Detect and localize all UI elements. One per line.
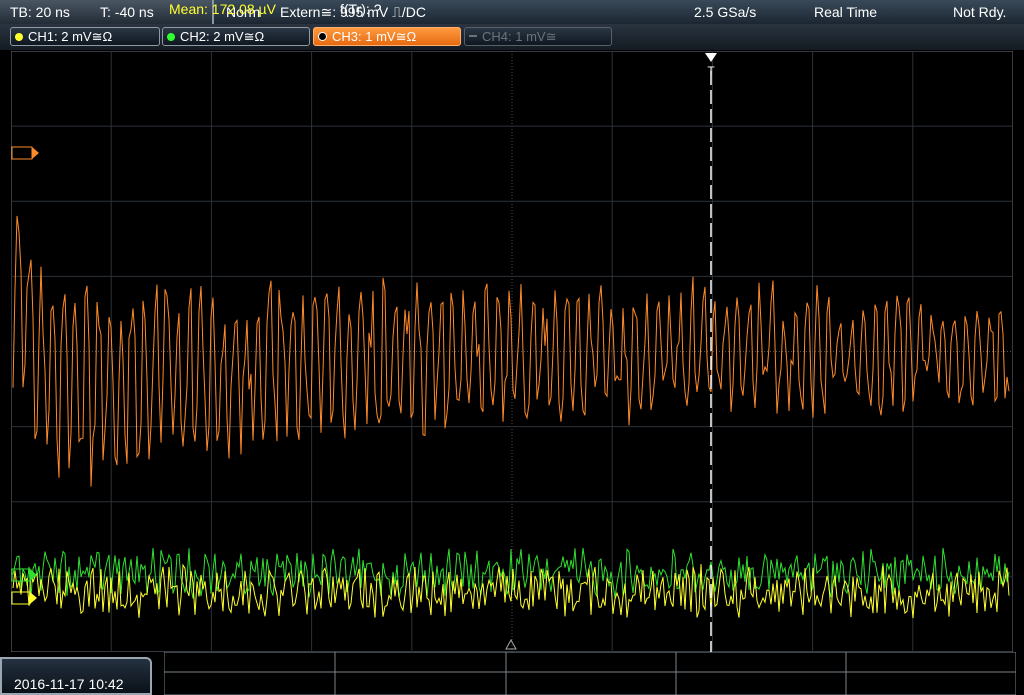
channel-1-label: CH1: 2 mV≅Ω (28, 29, 113, 44)
channel-2-button[interactable]: CH2: 2 mV≅Ω (162, 27, 310, 46)
channel-2-label: CH2: 2 mV≅Ω (180, 29, 265, 44)
datetime-text: 2016-11-17 10:42 (14, 676, 124, 692)
sample-rate: 2.5 GSa/s (694, 4, 757, 20)
channel-3-label: CH3: 1 mV≅Ω (332, 29, 417, 44)
channel-4-off-icon (469, 35, 477, 37)
channel-4-label: CH4: 1 mV≅ (482, 29, 557, 44)
trigger-time-value: T: -40 ns (100, 4, 154, 20)
channel-3-button[interactable]: CH3: 1 mV≅Ω (313, 27, 461, 46)
channel-3-dot-icon (318, 32, 327, 41)
channel-1-dot-icon (15, 33, 23, 41)
trigger-marker-label: T (707, 64, 715, 78)
datetime-box: 2016-11-17 10:42 (0, 657, 152, 695)
acquisition-status: Not Rdy. (953, 4, 1007, 20)
channel-1-button[interactable]: CH1: 2 mV≅Ω (10, 27, 160, 46)
top-status-bar: TB: 20 ns T: -40 ns Norm Extern≅: 995 mV… (0, 0, 1024, 25)
waveform-display[interactable]: T (11, 51, 1013, 652)
measurement-table[interactable] (164, 652, 1016, 695)
measurement-mean: Mean: 172.08 µV (169, 1, 276, 17)
channel-bar: CH1: 2 mV≅Ω CH2: 2 mV≅Ω CH3: 1 mV≅Ω CH4:… (0, 24, 1024, 50)
timebase-value: TB: 20 ns (10, 4, 70, 20)
channel-4-button[interactable]: CH4: 1 mV≅ (464, 27, 612, 46)
channel-2-dot-icon (167, 33, 175, 41)
acquisition-mode: Real Time (814, 4, 878, 20)
measurement-frequency: f(Tr): ? (340, 1, 382, 17)
